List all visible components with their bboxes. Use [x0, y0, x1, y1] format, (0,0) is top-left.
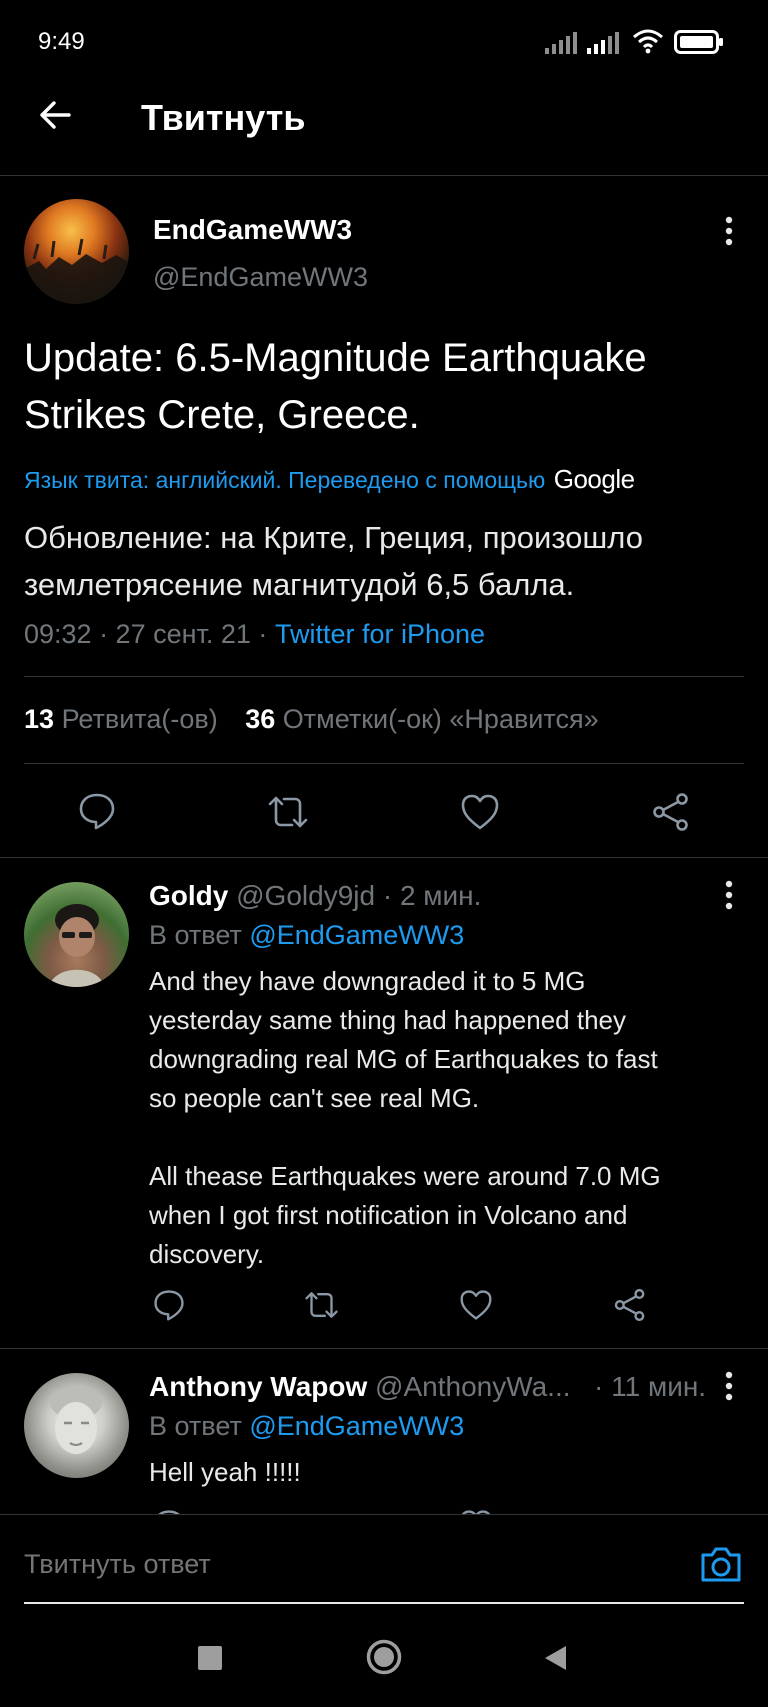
status-time: 9:49	[38, 28, 85, 55]
reply-display-name[interactable]: Anthony Wapow	[149, 1371, 367, 1402]
tweet-meta: 09:32 · 27 сент. 21 · Twitter for iPhone	[24, 619, 485, 650]
compose-underline	[24, 1602, 744, 1604]
reply-to-mention[interactable]: @EndGameWW3	[249, 920, 464, 950]
wifi-icon	[633, 29, 663, 54]
avatar[interactable]	[24, 199, 129, 304]
tweet-text: Update: 6.5-Magnitude Earthquake Strikes…	[24, 336, 647, 437]
more-icon[interactable]	[722, 1371, 736, 1401]
tweet-display-name[interactable]: EndGameWW3	[153, 214, 352, 246]
likes-stat[interactable]: 36 Отметки(-ок) «Нравится»	[245, 704, 598, 734]
retweet-icon[interactable]	[266, 794, 310, 830]
tweet-handle[interactable]: @EndGameWW3	[153, 262, 368, 293]
tweet-timestamp: 09:32 · 27 сент. 21 ·	[24, 619, 268, 649]
retweets-stat[interactable]: 13 Ретвита(-ов)	[24, 704, 225, 734]
like-icon[interactable]	[460, 793, 500, 831]
translation-note-text[interactable]: Язык твита: английский. Переведено с пом…	[24, 467, 545, 493]
back-arrow-icon[interactable]	[38, 98, 72, 132]
top-app-bar: Твитнуть	[0, 80, 768, 175]
translation-note[interactable]: Язык твита: английский. Переведено с пом…	[24, 464, 635, 495]
divider	[0, 1514, 768, 1515]
share-icon[interactable]	[651, 792, 691, 832]
tweet-stats: 13 Ретвита(-ов) 36 Отметки(-ок) «Нравитс…	[24, 704, 599, 735]
divider	[24, 763, 744, 764]
reply-text: And they have downgraded it to 5 MG yest…	[149, 966, 661, 1269]
back-triangle-icon[interactable]	[542, 1644, 568, 1672]
tweet-source[interactable]: Twitter for iPhone	[275, 619, 485, 649]
reply-to: В ответ @EndGameWW3	[149, 920, 465, 950]
home-circle-icon[interactable]	[366, 1639, 402, 1675]
more-icon[interactable]	[722, 880, 736, 910]
reply-item[interactable]: Goldy @Goldy9jd · 2 мин. В ответ @EndGam…	[0, 858, 768, 1348]
signal-icon	[587, 32, 619, 54]
reply-icon[interactable]	[78, 792, 116, 830]
reply-to: В ответ @EndGameWW3	[149, 1411, 465, 1441]
google-logo: Google	[553, 464, 635, 494]
reply-item[interactable]: Anthony Wapow @AnthonyWa... · 11 мин. В …	[0, 1349, 768, 1514]
reply-handle: @AnthonyWa...	[375, 1371, 571, 1402]
recents-square-icon[interactable]	[198, 1646, 222, 1670]
system-nav-bar	[0, 1609, 768, 1707]
divider	[0, 175, 768, 176]
reply-time: · 11 мин.	[594, 1371, 707, 1402]
camera-icon[interactable]	[700, 1545, 742, 1583]
reply-header: Goldy @Goldy9jd · 2 мин.	[149, 880, 481, 912]
reply-to-mention[interactable]: @EndGameWW3	[249, 1411, 464, 1441]
reply-text: Hell yeah !!!!!	[149, 1457, 301, 1487]
translated-text: Обновление: на Крите, Греция, произошло …	[24, 520, 643, 602]
tweet-action-bar	[0, 790, 768, 834]
like-icon[interactable]	[459, 1289, 493, 1321]
reply-meta: @Goldy9jd · 2 мин.	[236, 880, 482, 911]
avatar[interactable]	[24, 882, 129, 987]
reply-header: Anthony Wapow @AnthonyWa...	[149, 1371, 571, 1403]
share-icon[interactable]	[613, 1288, 647, 1322]
reply-compose-input[interactable]	[24, 1544, 674, 1584]
reply-display-name[interactable]: Goldy	[149, 880, 228, 911]
more-icon[interactable]	[722, 216, 736, 246]
avatar[interactable]	[24, 1373, 129, 1478]
signal-icon	[545, 32, 577, 54]
page-title: Твитнуть	[141, 97, 306, 138]
reply-icon[interactable]	[153, 1289, 185, 1321]
compose-bar	[0, 1514, 768, 1609]
status-bar: 9:49	[0, 0, 768, 80]
reply-action-bar	[0, 1288, 768, 1324]
divider	[24, 676, 744, 677]
battery-icon	[674, 30, 723, 54]
retweet-icon[interactable]	[303, 1290, 340, 1320]
